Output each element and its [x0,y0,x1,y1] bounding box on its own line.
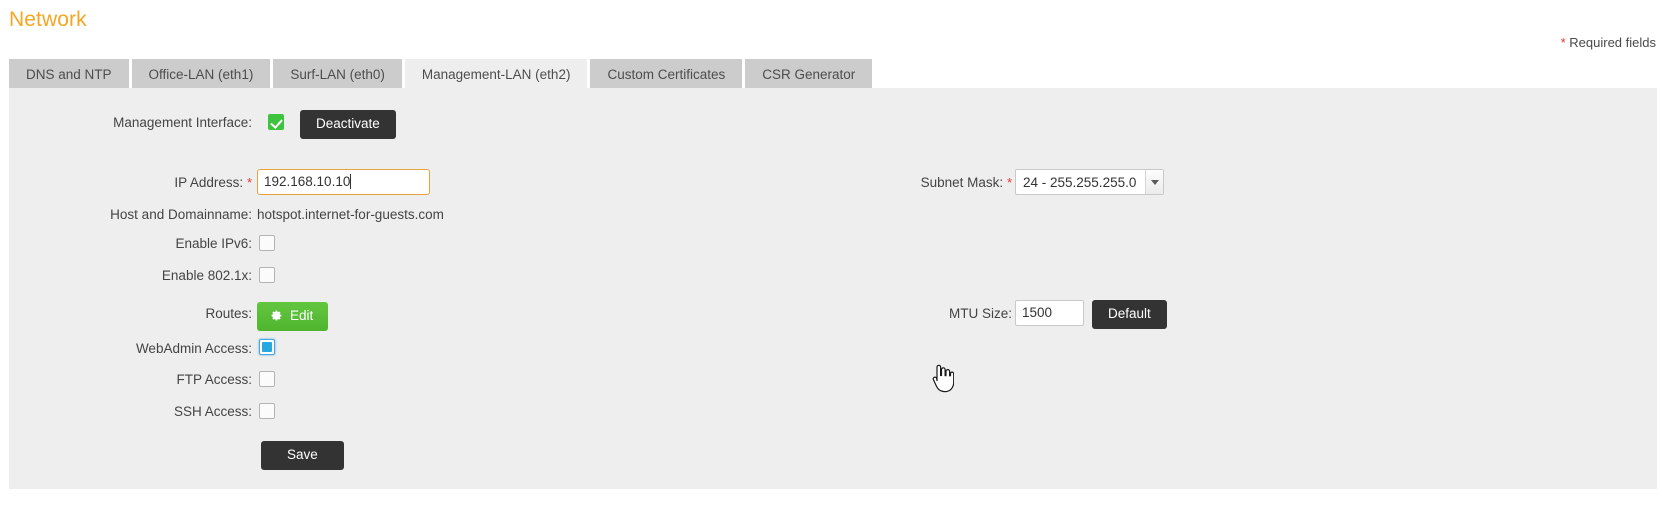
ip-address-value: 192.168.10.10 [264,174,351,189]
enable-ipv6-checkbox[interactable] [259,235,275,251]
enable-8021x-label: Enable 802.1x: [161,268,252,283]
mtu-default-button[interactable]: Default [1092,300,1167,329]
enable-8021x-checkbox[interactable] [259,267,275,283]
page-title: Network [9,8,87,31]
ftp-access-checkbox[interactable] [259,371,275,387]
gear-icon [270,309,283,322]
tab-custom-certificates[interactable]: Custom Certificates [590,59,743,92]
webadmin-access-checkbox[interactable] [259,339,275,355]
management-interface-label: Management Interface: [113,115,252,130]
subnet-mask-selected-value: 24 - 255.255.255.0 [1023,174,1137,190]
host-and-domainname-label: Host and Domainname: [110,207,252,222]
chevron-down-icon[interactable] [1145,170,1163,194]
management-interface-checkbox[interactable] [268,114,284,130]
host-and-domainname-value: hotspot.internet-for-guests.com [257,207,444,222]
tab-dns-and-ntp[interactable]: DNS and NTP [9,59,129,92]
routes-label: Routes: [205,306,252,321]
webadmin-access-label: WebAdmin Access: [135,341,252,356]
routes-edit-button-label: Edit [290,308,314,323]
ip-address-input[interactable]: 192.168.10.10 [257,169,430,195]
management-lan-form-panel: Management Interface: Deactivate IP Addr… [9,88,1657,489]
subnet-mask-required-asterisk: * [1006,175,1012,190]
subnet-mask-select[interactable]: 24 - 255.255.255.0 [1015,169,1164,195]
required-fields-label: Required fields [1565,35,1656,50]
routes-edit-button[interactable]: Edit [257,302,329,331]
ip-address-label-text: IP Address: [174,175,244,190]
ftp-access-label: FTP Access: [176,372,252,387]
tab-management-lan-eth2[interactable]: Management-LAN (eth2) [404,59,588,92]
tab-bar: DNS and NTP Office-LAN (eth1) Surf-LAN (… [9,59,873,92]
subnet-mask-label: Subnet Mask: * [782,175,1012,190]
ssh-access-checkbox[interactable] [259,403,275,419]
ip-address-label: IP Address: * [27,175,252,190]
text-caret [350,174,352,189]
tab-csr-generator[interactable]: CSR Generator [745,59,873,92]
enable-ipv6-label: Enable IPv6: [175,236,252,251]
subnet-mask-label-text: Subnet Mask: [920,175,1004,190]
required-fields-note: * Required fields [1561,35,1656,50]
ssh-access-label: SSH Access: [173,404,252,419]
save-button[interactable]: Save [261,441,344,470]
tab-office-lan-eth1[interactable]: Office-LAN (eth1) [131,59,271,92]
mtu-size-value: 1500 [1022,305,1053,320]
mtu-size-input[interactable]: 1500 [1015,300,1084,326]
ip-address-required-asterisk: * [246,175,252,190]
tab-surf-lan-eth0[interactable]: Surf-LAN (eth0) [273,59,402,92]
deactivate-button[interactable]: Deactivate [300,110,396,139]
mtu-size-label: MTU Size: [948,306,1012,321]
